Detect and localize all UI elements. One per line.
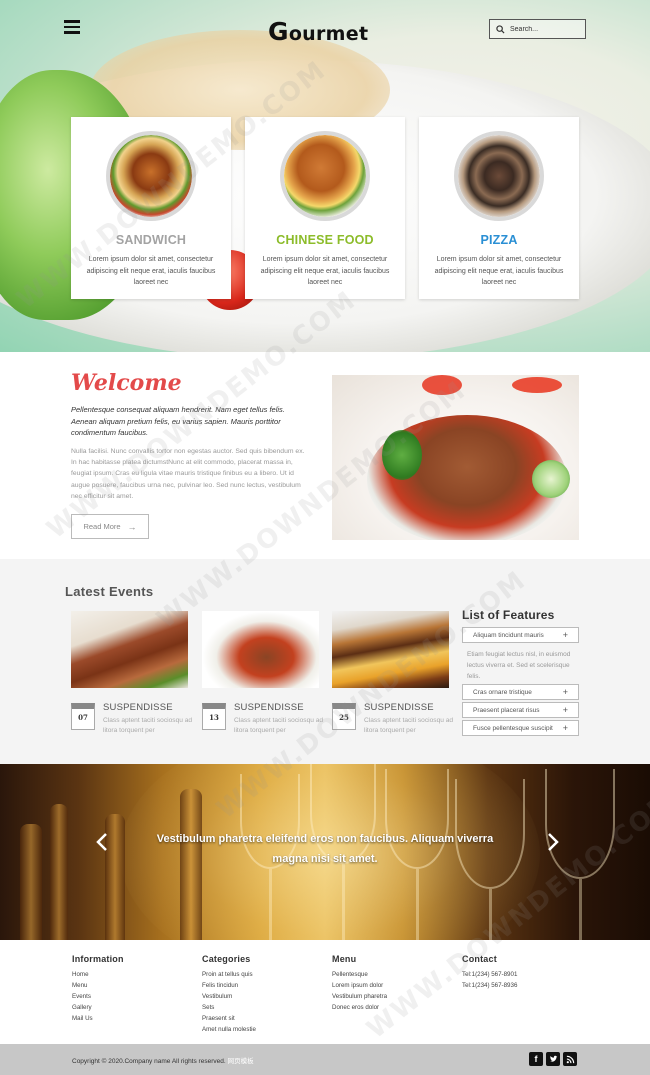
plus-icon: + xyxy=(562,630,568,640)
feature-body: Etiam feugiat lectus nisl, in euismod le… xyxy=(467,651,571,681)
feature-accordion-open[interactable]: Aliquam tincidunt mauris + xyxy=(462,627,579,643)
read-more-button[interactable]: Read More → xyxy=(71,514,149,539)
feature-accordion-item[interactable]: Cras ornare tristique + xyxy=(462,684,579,700)
footer-column-contact: Contact Tel:1(234) 567-8901 Tel:1(234) 5… xyxy=(462,954,582,992)
card-chinese-food[interactable]: CHINESE FOOD Lorem ipsum dolor sit amet,… xyxy=(245,117,405,299)
search-input[interactable] xyxy=(510,25,580,33)
footer-heading: Categories xyxy=(202,954,251,964)
welcome-dish-image xyxy=(332,375,579,540)
site-logo[interactable]: Gourmet xyxy=(268,17,368,46)
plus-icon: + xyxy=(562,687,568,697)
chevron-left-icon[interactable] xyxy=(95,832,109,852)
card-text: Lorem ipsum dolor sit amet, consectetur … xyxy=(86,256,216,286)
event-text: Class aptent taciti sociosqu ad litora t… xyxy=(103,717,193,734)
copyright-label: Copyright © 2020.Company name All rights… xyxy=(72,1058,226,1065)
footer-link[interactable]: Amet nulla molestie xyxy=(202,1025,322,1036)
footer-link[interactable]: Felis tincidun xyxy=(202,981,322,992)
event-item[interactable]: 25 SUSPENDISSE Class aptent taciti socio… xyxy=(332,611,453,734)
footer-column-menu: Menu Pellentesque Lorem ipsum dolor Vest… xyxy=(332,954,452,1014)
logo-rest: ourmet xyxy=(288,23,369,45)
footer-link[interactable]: Sets xyxy=(202,1003,322,1014)
footer-link[interactable]: Home xyxy=(72,970,192,981)
hamburger-menu-icon[interactable] xyxy=(64,20,80,34)
footer-link[interactable]: Events xyxy=(72,992,192,1003)
arrow-right-icon: → xyxy=(127,521,137,532)
read-more-label: Read More xyxy=(83,522,121,531)
feature-accordion-item[interactable]: Praesent placerat risus + xyxy=(462,702,579,718)
welcome-lead: Pellentesque consequat aliquam hendrerit… xyxy=(71,405,285,437)
footer-link[interactable]: Vestibulum xyxy=(202,992,322,1003)
chevron-right-icon[interactable] xyxy=(546,832,560,852)
feature-label: Praesent placerat risus xyxy=(473,706,540,714)
footer-heading: Information xyxy=(72,954,124,964)
copyright-text: Copyright © 2020.Company name All rights… xyxy=(72,1055,254,1065)
logo-initial: G xyxy=(268,17,289,46)
chinese-food-photo xyxy=(280,131,370,221)
rss-icon[interactable] xyxy=(563,1052,577,1066)
footer-heading: Contact xyxy=(462,954,497,964)
plus-icon: + xyxy=(562,723,568,733)
slider-prev-button[interactable] xyxy=(95,832,109,852)
search-box[interactable] xyxy=(489,19,586,39)
footer-link[interactable]: Vestibulum pharetra xyxy=(332,992,452,1003)
event-title: SUSPENDISSE xyxy=(364,702,434,713)
feature-label: Cras ornare tristique xyxy=(473,688,532,696)
footer-link[interactable]: Lorem ipsum dolor xyxy=(332,981,452,992)
footer-link[interactable]: Donec eros dolor xyxy=(332,1003,452,1014)
card-text: Lorem ipsum dolor sit amet, consectetur … xyxy=(260,256,390,286)
footer-link[interactable]: Pellentesque xyxy=(332,970,452,981)
plus-icon: + xyxy=(562,705,568,715)
event-item[interactable]: 07 SUSPENDISSE Class aptent taciti socio… xyxy=(71,611,192,734)
feature-label: Fusce pellentesque suscipit xyxy=(473,724,553,732)
event-image xyxy=(202,611,319,688)
card-sandwich[interactable]: SANDWICH Lorem ipsum dolor sit amet, con… xyxy=(71,117,231,299)
event-image xyxy=(332,611,449,688)
footer-link[interactable]: Gallery xyxy=(72,1003,192,1014)
card-title: SANDWICH xyxy=(115,233,187,247)
card-title: CHINESE FOOD xyxy=(276,233,374,247)
footer-heading: Menu xyxy=(332,954,357,964)
footer-column-information: Information Home Menu Events Gallery Mai… xyxy=(72,954,192,1025)
event-date-icon: 07 xyxy=(71,703,95,730)
footer-column-categories: Categories Proin at tellus quis Felis ti… xyxy=(202,954,322,1035)
features-title: List of Features xyxy=(462,608,555,622)
feature-label: Aliquam tincidunt mauris xyxy=(473,631,544,639)
event-item[interactable]: 13 SUSPENDISSE Class aptent taciti socio… xyxy=(202,611,323,734)
footer-link[interactable]: Tel:1(234) 567-8936 xyxy=(462,981,582,992)
top-bar: Gourmet xyxy=(0,0,650,60)
event-text: Class aptent taciti sociosqu ad litora t… xyxy=(364,717,454,734)
card-title: PIZZA xyxy=(480,233,518,247)
event-date-icon: 25 xyxy=(332,703,356,730)
feature-accordion-item[interactable]: Fusce pellentesque suscipit + xyxy=(462,720,579,736)
event-text: Class aptent taciti sociosqu ad litora t… xyxy=(234,717,324,734)
facebook-icon[interactable]: f xyxy=(529,1052,543,1066)
twitter-icon[interactable] xyxy=(546,1052,560,1066)
event-image xyxy=(71,611,188,688)
footer-link[interactable]: Praesent sit xyxy=(202,1014,322,1025)
footer-link[interactable]: Tel:1(234) 567-8901 xyxy=(462,970,582,981)
event-title: SUSPENDISSE xyxy=(234,702,304,713)
event-date-icon: 13 xyxy=(202,703,226,730)
pizza-photo xyxy=(454,131,544,221)
footer-link[interactable]: Mail Us xyxy=(72,1014,192,1025)
slider-next-button[interactable] xyxy=(546,832,560,852)
events-title: Latest Events xyxy=(65,584,154,599)
welcome-body: Nulla facilisi. Nunc convallis tortor no… xyxy=(71,448,305,500)
search-icon[interactable] xyxy=(496,24,505,34)
sandwich-photo xyxy=(106,131,196,221)
welcome-title: Welcome xyxy=(71,370,182,396)
copyright-tag[interactable]: 网页模板 xyxy=(228,1058,254,1065)
footer-link[interactable]: Menu xyxy=(72,981,192,992)
card-text: Lorem ipsum dolor sit amet, consectetur … xyxy=(434,256,564,286)
card-pizza[interactable]: PIZZA Lorem ipsum dolor sit amet, consec… xyxy=(419,117,579,299)
footer-link[interactable]: Proin at tellus quis xyxy=(202,970,322,981)
event-title: SUSPENDISSE xyxy=(103,702,173,713)
slider-caption: Vestibulum pharetra eleifend eros non fa… xyxy=(156,833,494,865)
